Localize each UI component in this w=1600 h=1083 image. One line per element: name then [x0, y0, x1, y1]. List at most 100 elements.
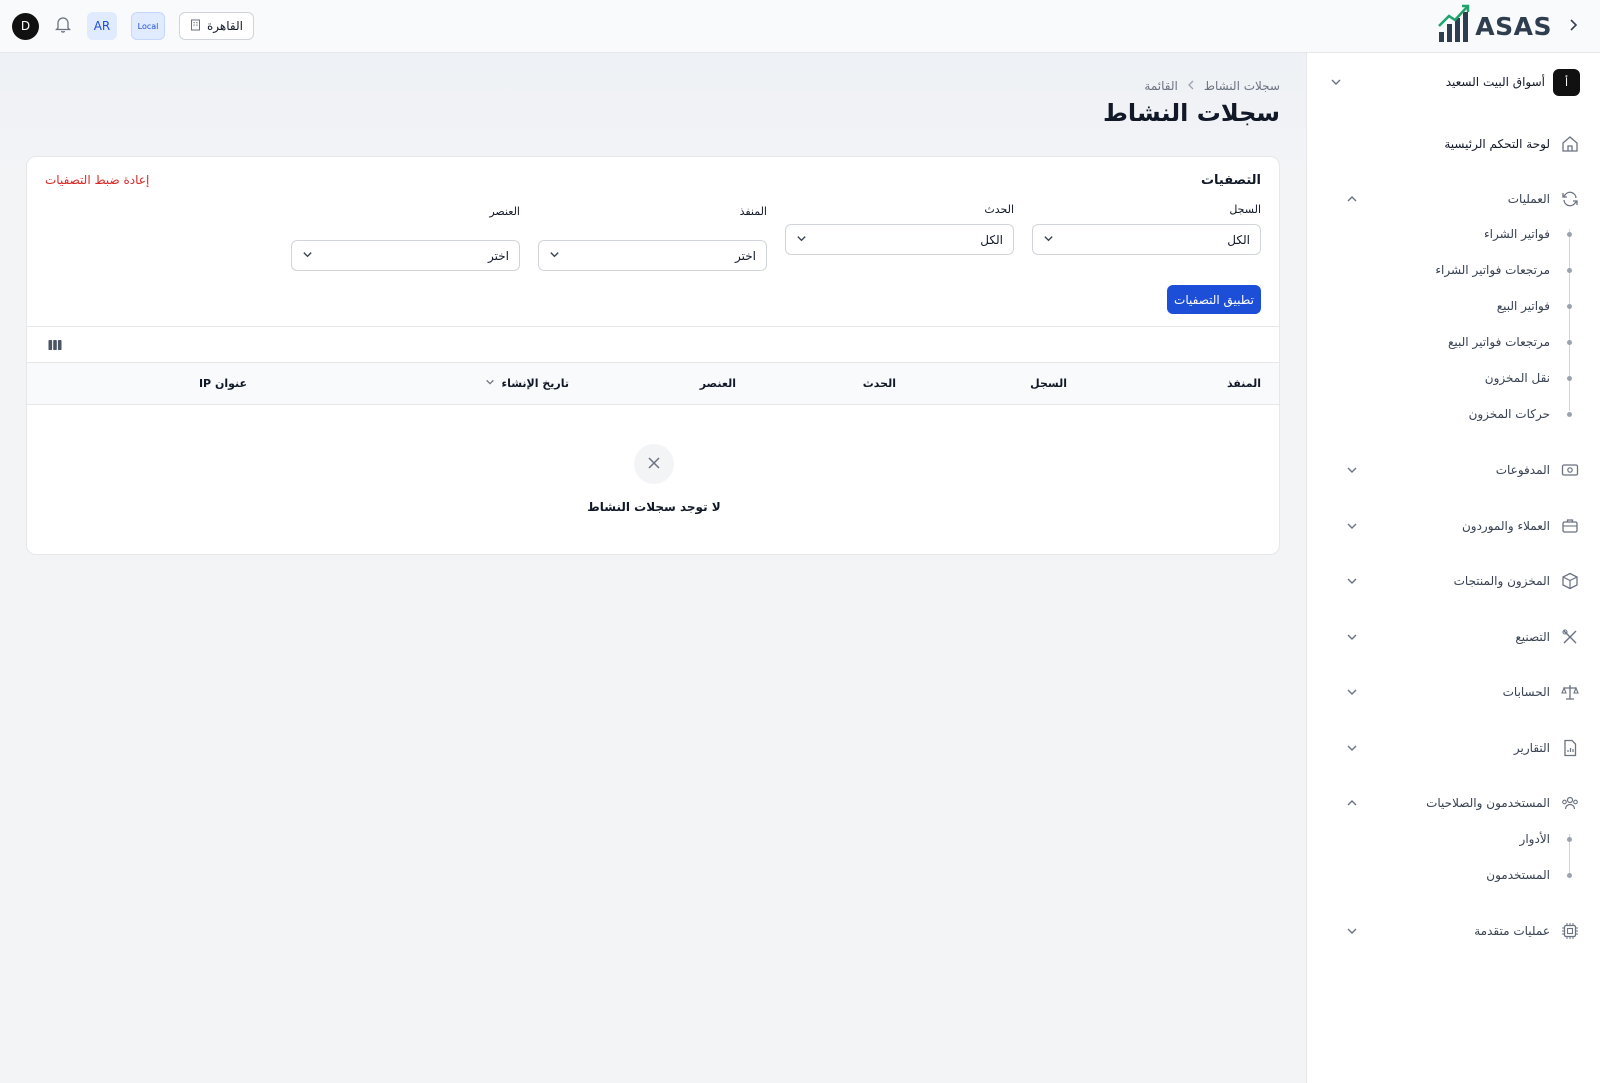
chevron-down-icon	[1344, 462, 1360, 478]
apply-filters-button[interactable]: تطبيق التصفيات	[1167, 285, 1261, 314]
sidebar-subitem-label: الأدوار	[1519, 832, 1550, 846]
column-header-label: تاريخ الإنشاء	[501, 377, 569, 390]
activity-log-card: التصفيات إعادة ضبط التصفيات السجل الكل ا…	[26, 156, 1280, 555]
report-icon	[1560, 738, 1580, 758]
bullet-icon	[1567, 873, 1572, 878]
sidebar-item-reports[interactable]: التقارير	[1344, 734, 1580, 762]
home-icon	[1560, 134, 1580, 154]
causer-filter-select[interactable]: اختر	[538, 240, 767, 271]
sidebar-item-dashboard[interactable]: لوحة التحكم الرئيسية	[1344, 130, 1580, 158]
chevron-down-icon	[1043, 233, 1054, 247]
chevron-down-icon	[1344, 923, 1360, 939]
column-header-created-at[interactable]: تاريخ الإنشاء	[485, 377, 569, 390]
bell-icon	[54, 16, 72, 37]
sidebar-subitem-label: نقل المخزون	[1484, 371, 1550, 385]
sidebar-subitem-label: مرتجعات فواتير الشراء	[1435, 263, 1550, 277]
empty-state-message: لا توجد سجلات النشاط	[587, 500, 721, 514]
close-icon	[647, 455, 661, 474]
sidebar-item-label: التقارير	[1513, 741, 1550, 755]
bullet-icon	[1567, 837, 1572, 842]
causer-filter-label: المنفذ	[739, 205, 767, 218]
topbar-actions: D AR Local القاهرة	[12, 12, 254, 40]
sidebar-item-customers-suppliers[interactable]: العملاء والموردون	[1344, 512, 1580, 540]
operations-submenu: فواتير الشراء مرتجعات فواتير الشراء فوات…	[1370, 219, 1572, 429]
log-filter-value: الكل	[1227, 232, 1250, 247]
branch-selector[interactable]: القاهرة	[179, 12, 254, 40]
users-submenu: الأدوار المستخدمون	[1370, 824, 1572, 894]
sidebar-subitem-stock-movements[interactable]: حركات المخزون	[1370, 404, 1572, 424]
top-bar: ASAS D AR Local القاهرة	[0, 0, 1600, 53]
column-header-causer[interactable]: المنفذ	[1227, 377, 1261, 390]
breadcrumb-parent-link[interactable]: سجلات النشاط	[1204, 79, 1280, 93]
refresh-icon	[1560, 189, 1580, 209]
chevron-up-icon	[1344, 795, 1360, 811]
chevron-down-icon	[549, 249, 560, 263]
sidebar-item-users-permissions[interactable]: المستخدمون والصلاحيات	[1344, 789, 1580, 817]
sidebar-subitem-sales-invoices[interactable]: فواتير البيع	[1370, 296, 1572, 316]
brand-logo[interactable]: ASAS	[1412, 4, 1552, 48]
log-filter-select[interactable]: الكل	[1032, 224, 1261, 255]
causer-filter-value: اختر	[735, 248, 756, 263]
page-title: سجلات النشاط	[1103, 99, 1280, 127]
user-avatar[interactable]: D	[12, 12, 39, 40]
branch-name: القاهرة	[207, 19, 243, 33]
subject-filter-select[interactable]: اختر	[291, 240, 520, 271]
chevron-down-icon	[1344, 684, 1360, 700]
column-header-subject[interactable]: العنصر	[700, 377, 736, 390]
chevron-left-icon	[1186, 79, 1196, 93]
tools-icon	[1560, 627, 1580, 647]
briefcase-icon	[1560, 516, 1580, 536]
sidebar-item-advanced-operations[interactable]: عمليات متقدمة	[1344, 917, 1580, 945]
column-header-log[interactable]: السجل	[1030, 377, 1067, 390]
sidebar-item-manufacturing[interactable]: التصنيع	[1344, 623, 1580, 651]
sidebar-subitem-roles[interactable]: الأدوار	[1370, 829, 1572, 849]
sidebar-subitem-sales-returns[interactable]: مرتجعات فواتير البيع	[1370, 332, 1572, 352]
organization-badge: أ	[1553, 68, 1580, 96]
sidebar-item-accounts[interactable]: الحسابات	[1344, 678, 1580, 706]
chevron-down-icon	[1330, 73, 1342, 92]
sidebar-subitem-purchase-invoices[interactable]: فواتير الشراء	[1370, 224, 1572, 244]
sidebar-item-label: العمليات	[1507, 192, 1550, 206]
chevron-down-icon	[796, 233, 807, 247]
sidebar-item-label: العملاء والموردون	[1461, 519, 1550, 533]
column-header-event[interactable]: الحدث	[863, 377, 896, 390]
payments-icon	[1560, 460, 1580, 480]
organization-switcher[interactable]: أ أسواق البيت السعيد	[1330, 68, 1580, 96]
sidebar-subitem-stock-transfer[interactable]: نقل المخزون	[1370, 368, 1572, 388]
breadcrumb-current: القائمة	[1144, 79, 1178, 93]
chevron-down-icon	[1344, 629, 1360, 645]
collapse-sidebar-button[interactable]	[1562, 14, 1586, 38]
column-header-ip-address[interactable]: عنوان IP	[199, 377, 247, 390]
sidebar-item-label: عمليات متقدمة	[1474, 924, 1550, 938]
sidebar-item-payments[interactable]: المدفوعات	[1344, 456, 1580, 484]
sidebar-item-label: التصنيع	[1515, 630, 1550, 644]
sidebar-subitem-label: المستخدمون	[1486, 868, 1550, 882]
reset-filters-link[interactable]: إعادة ضبط التصفيات	[45, 173, 149, 187]
chevron-up-icon	[1344, 191, 1360, 207]
empty-state-icon	[634, 444, 674, 484]
main-content: سجلات النشاط القائمة سجلات النشاط التصفي…	[0, 53, 1306, 1083]
brand-name: ASAS	[1475, 11, 1552, 41]
chevron-down-icon	[1344, 518, 1360, 534]
sidebar-item-operations[interactable]: العمليات	[1344, 185, 1580, 213]
column-toggle-button[interactable]	[47, 337, 63, 353]
environment-badge: Local	[131, 12, 165, 40]
event-filter-label: الحدث	[984, 203, 1014, 216]
sidebar-item-label: المدفوعات	[1495, 463, 1550, 477]
sidebar-subitem-users[interactable]: المستخدمون	[1370, 865, 1572, 885]
sidebar-item-label: المخزون والمنتجات	[1453, 574, 1550, 588]
chip-icon	[1560, 921, 1580, 941]
sidebar-subitem-purchase-returns[interactable]: مرتجعات فواتير الشراء	[1370, 260, 1572, 280]
notifications-button[interactable]	[53, 16, 73, 36]
subject-filter-value: اختر	[488, 248, 509, 263]
chevron-down-icon	[302, 249, 313, 263]
event-filter-select[interactable]: الكل	[785, 224, 1014, 255]
bullet-icon	[1567, 232, 1572, 237]
users-icon	[1560, 793, 1580, 813]
sidebar-item-label: الحسابات	[1502, 685, 1550, 699]
chevron-down-icon	[1344, 573, 1360, 589]
language-switcher[interactable]: AR	[87, 12, 117, 40]
event-filter-value: الكل	[980, 232, 1003, 247]
brand-logo-mark-icon	[1437, 4, 1471, 48]
sidebar-item-inventory-products[interactable]: المخزون والمنتجات	[1344, 567, 1580, 595]
